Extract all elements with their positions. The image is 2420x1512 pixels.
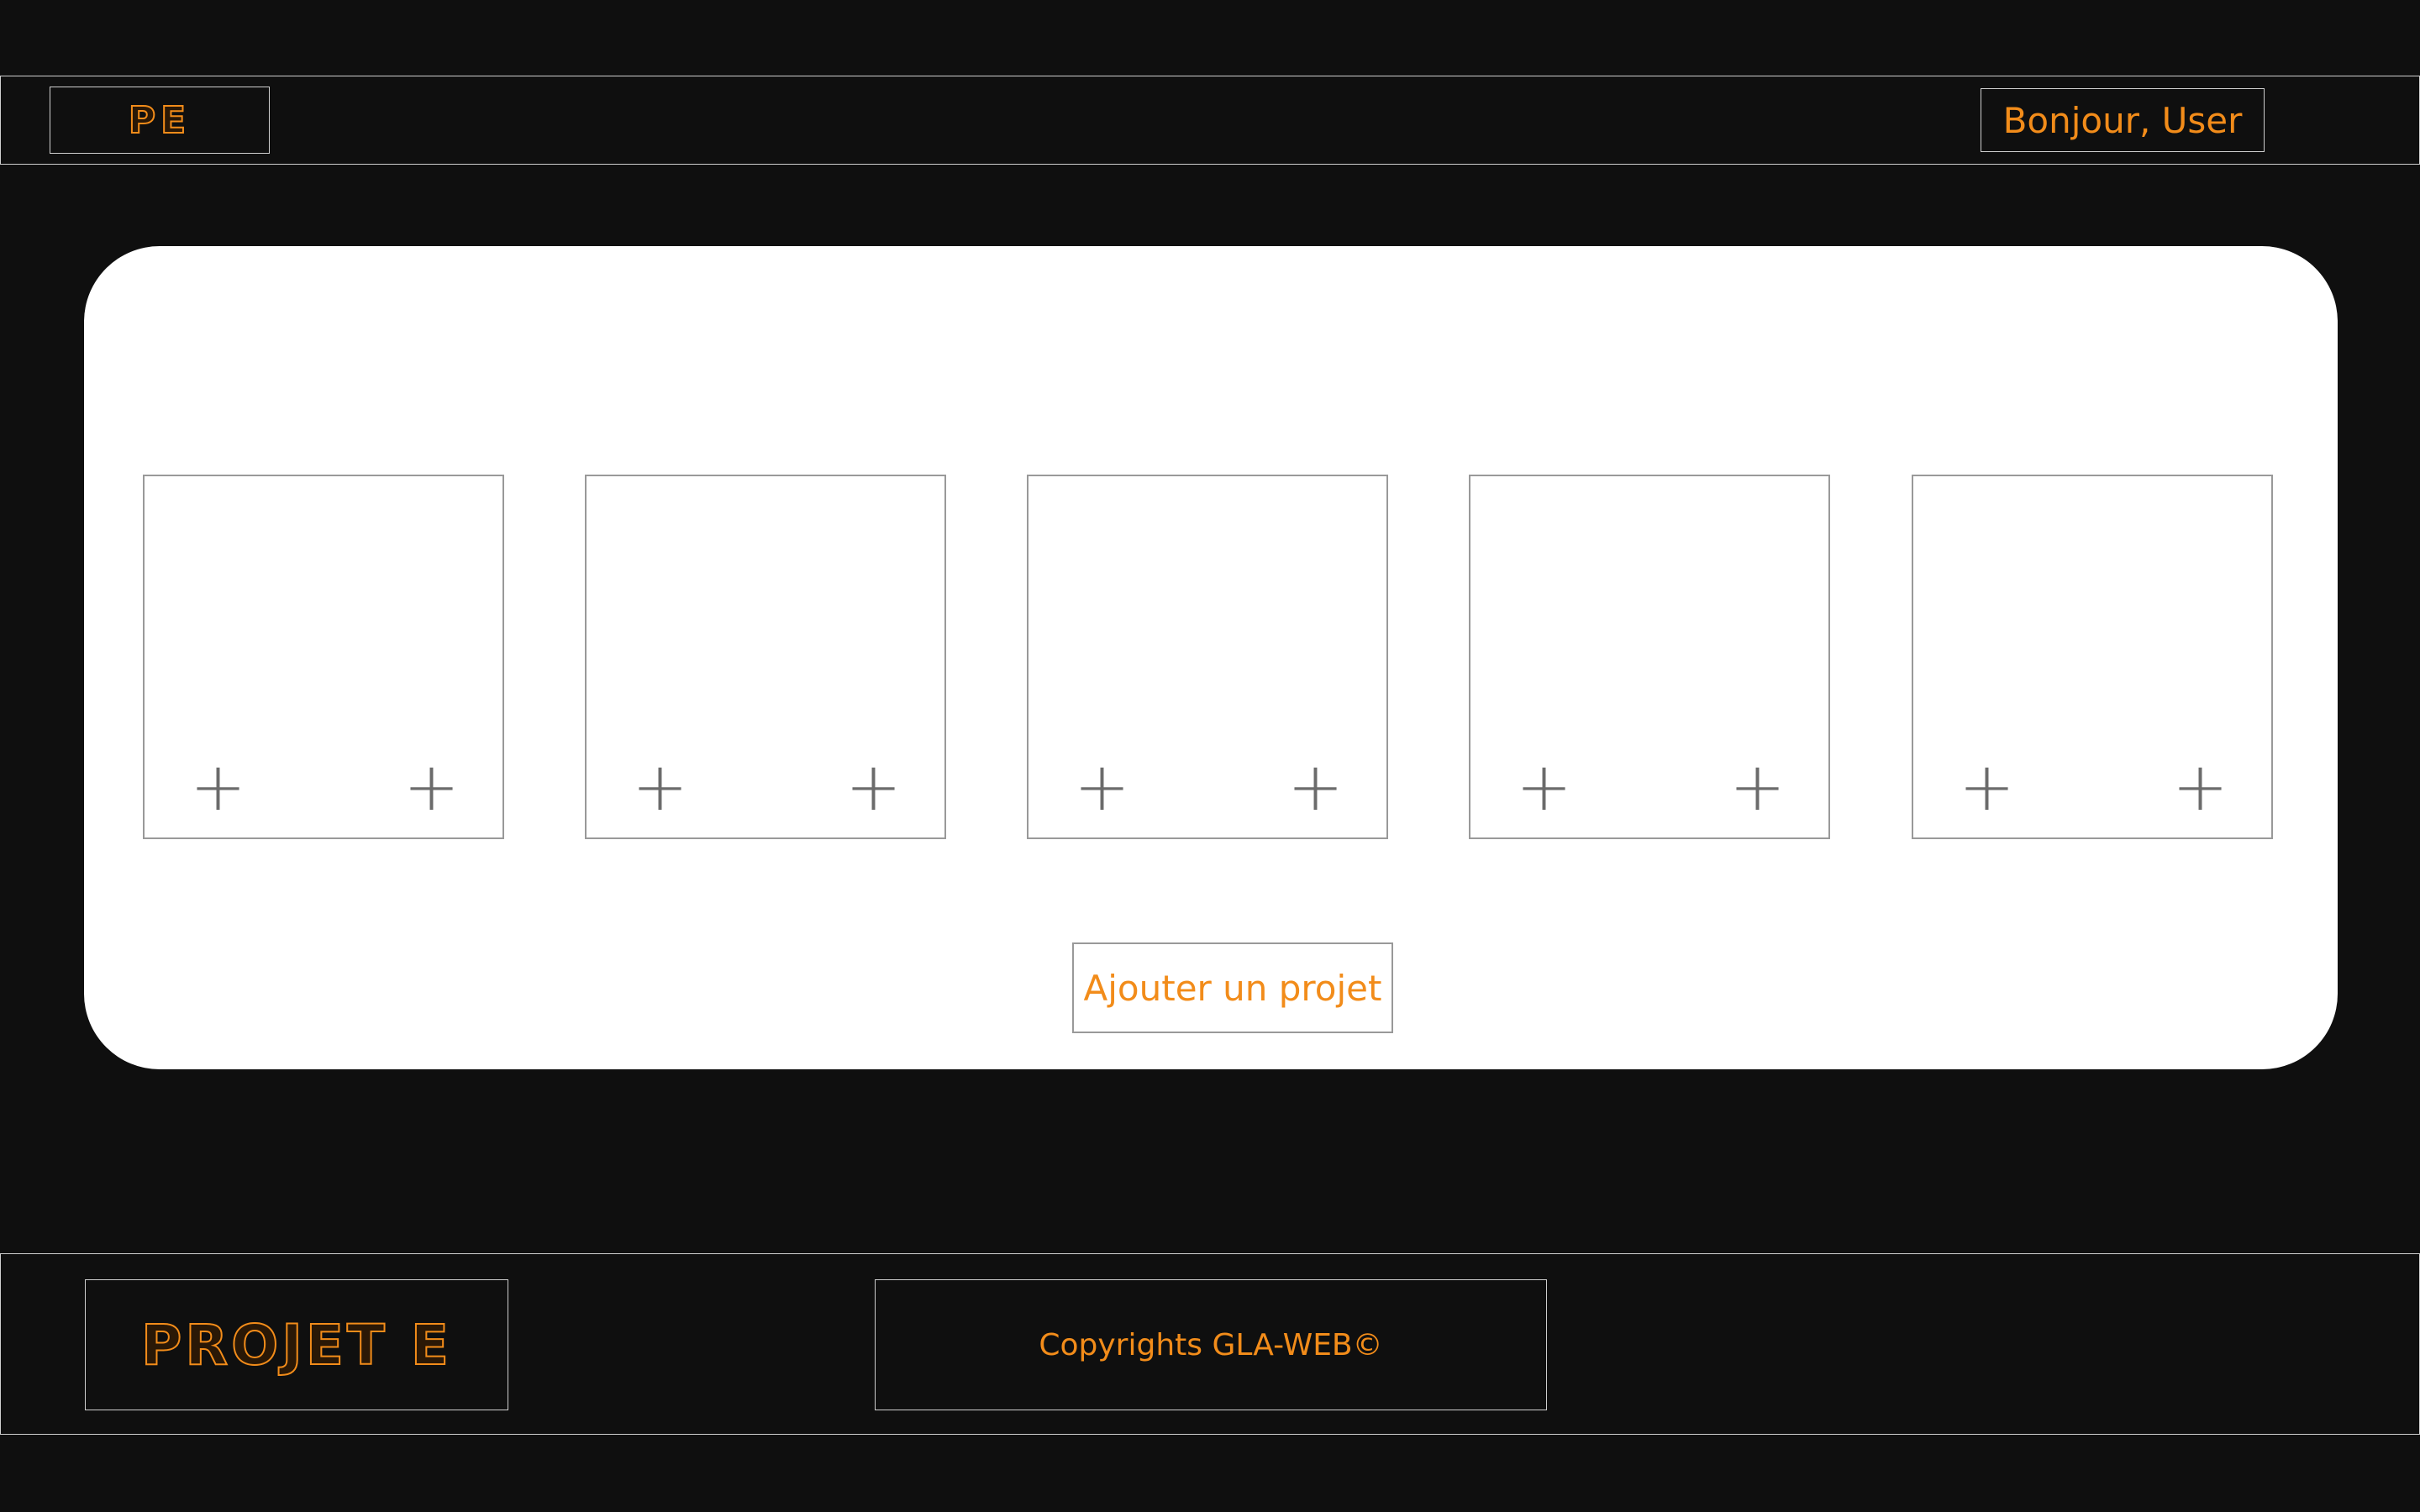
add-icon[interactable]: + (1074, 753, 1130, 821)
add-icon[interactable]: + (1729, 753, 1786, 821)
add-project-button[interactable]: Ajouter un projet (1072, 942, 1393, 1033)
top-header: PE Bonjour, User (0, 76, 2420, 165)
add-icon[interactable]: + (845, 753, 902, 821)
projects-panel: + + + + + + + + + + Ajouter un projet (84, 246, 2338, 1069)
footer: PROJET E Copyrights GLA-WEB© (0, 1253, 2420, 1435)
footer-logo[interactable]: PROJET E (85, 1279, 508, 1410)
project-card[interactable]: + + (1469, 475, 1830, 839)
add-icon[interactable]: + (632, 753, 688, 821)
header-logo-text: PE (128, 98, 192, 143)
footer-logo-text: PROJET E (140, 1312, 453, 1378)
project-card[interactable]: + + (143, 475, 504, 839)
project-card[interactable]: + + (585, 475, 946, 839)
add-icon[interactable]: + (1516, 753, 1572, 821)
add-icon[interactable]: + (403, 753, 460, 821)
add-icon[interactable]: + (190, 753, 246, 821)
header-logo[interactable]: PE (50, 87, 270, 154)
copyright-text: Copyrights GLA-WEB© (875, 1279, 1547, 1410)
user-greeting-button[interactable]: Bonjour, User (1981, 88, 2265, 152)
add-icon[interactable]: + (1959, 753, 2015, 821)
project-card[interactable]: + + (1027, 475, 1388, 839)
add-icon[interactable]: + (1287, 753, 1344, 821)
project-card[interactable]: + + (1912, 475, 2273, 839)
add-icon[interactable]: + (2172, 753, 2228, 821)
